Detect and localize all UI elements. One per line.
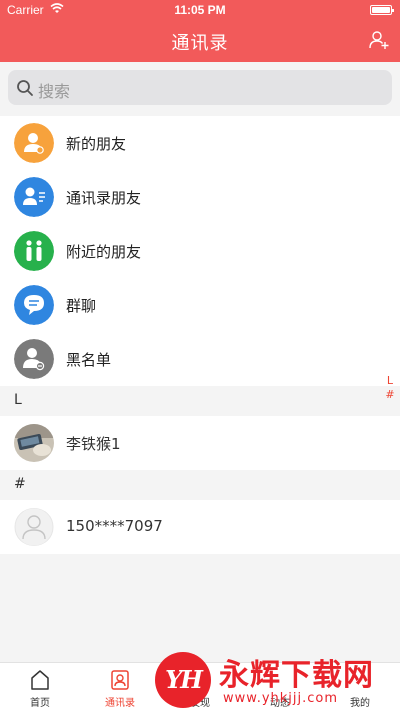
menu-item-label: 附近的朋友: [66, 243, 142, 261]
watermark: YH 永辉下载网 www.yhkjjj.com: [155, 648, 400, 710]
search-area: 搜索: [0, 62, 400, 116]
section-header-l: L: [0, 386, 400, 416]
contact-name: 150****7097: [66, 517, 163, 535]
tab-label: 通讯录: [105, 698, 135, 709]
search-input[interactable]: 搜索: [8, 70, 392, 105]
nav-bar: 通讯录: [0, 20, 400, 62]
menu-item-nearby-friends[interactable]: 附近的朋友: [0, 224, 400, 278]
watermark-title: 永辉下载网: [219, 658, 374, 693]
page-title: 通讯录: [171, 33, 229, 54]
tab-contacts[interactable]: 通讯录: [80, 663, 160, 710]
group-chat-icon: [14, 285, 54, 325]
index-letter[interactable]: L: [383, 374, 397, 388]
battery-icon: [370, 5, 394, 15]
tab-home[interactable]: 首页: [0, 663, 80, 710]
search-icon: [17, 80, 33, 96]
alphabet-index[interactable]: L #: [383, 374, 397, 402]
section-letter: #: [14, 476, 26, 492]
menu-item-label: 新的朋友: [66, 135, 127, 153]
home-icon: [31, 670, 49, 690]
contact-row[interactable]: 李铁猴1: [0, 416, 400, 470]
add-user-icon[interactable]: [368, 29, 390, 51]
menu-item-label: 通讯录朋友: [66, 189, 142, 207]
menu-item-group-chat[interactable]: 群聊: [0, 278, 400, 332]
search-placeholder: 搜索: [38, 82, 71, 101]
watermark-url: www.yhkjjj.com: [223, 691, 339, 706]
section-letter: L: [14, 392, 22, 408]
index-letter[interactable]: #: [383, 388, 397, 402]
menu-item-new-friends[interactable]: 新的朋友: [0, 116, 400, 170]
section-header-hash: #: [0, 470, 400, 500]
menu-item-label: 群聊: [66, 297, 97, 315]
menu-item-blacklist[interactable]: 黑名单: [0, 332, 400, 386]
nearby-people-icon: [14, 231, 54, 271]
contact-card-icon: [14, 177, 54, 217]
status-bar: Carrier 11:05 PM: [0, 0, 400, 20]
new-friend-icon: [14, 123, 54, 163]
default-avatar-icon: [14, 508, 54, 546]
menu-item-address-book-friends[interactable]: 通讯录朋友: [0, 170, 400, 224]
contact-row[interactable]: 150****7097: [0, 500, 400, 554]
contact-menu: 新的朋友 通讯录朋友 附近的朋友 群聊 黑名单: [0, 116, 400, 386]
watermark-logo: YH: [155, 652, 211, 708]
contacts-icon: [111, 670, 129, 690]
tab-label: 首页: [30, 698, 50, 709]
menu-item-label: 黑名单: [66, 351, 112, 369]
clock: 11:05 PM: [174, 3, 226, 17]
blacklist-icon: [14, 339, 54, 379]
contact-photo-avatar: [14, 424, 54, 462]
contact-name: 李铁猴1: [66, 435, 121, 453]
